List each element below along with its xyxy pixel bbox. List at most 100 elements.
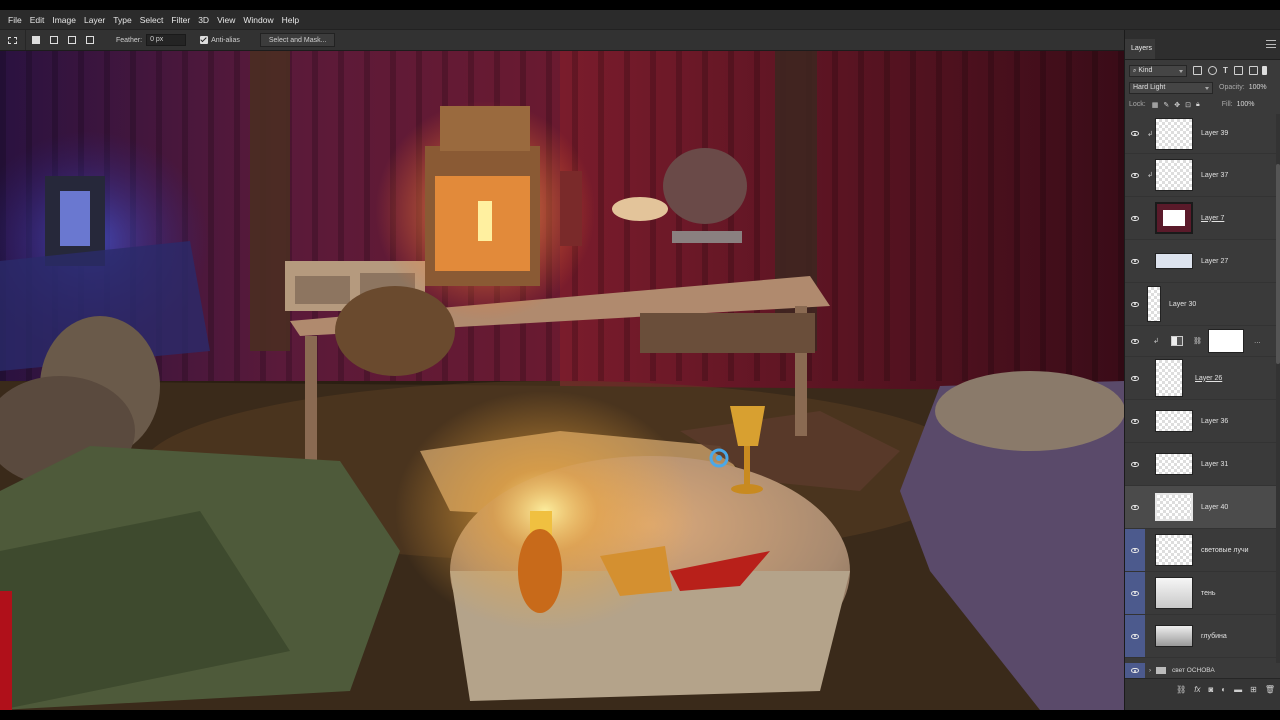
menu-select[interactable]: Select xyxy=(136,15,168,25)
panel-menu-icon[interactable] xyxy=(1266,40,1276,48)
layer-name[interactable]: Layer 40 xyxy=(1201,504,1228,511)
layers-panel-footer: ⛓ fx ◙ ◐ ▬ ⊞ 🗑︎ xyxy=(1125,678,1280,710)
new-layer-icon[interactable]: ⊞ xyxy=(1250,685,1257,694)
visibility-toggle[interactable] xyxy=(1125,615,1145,657)
layer-row[interactable]: Layer 7 xyxy=(1125,197,1280,240)
lock-all-icon[interactable]: 🔒︎ xyxy=(1196,101,1200,109)
menu-file[interactable]: File xyxy=(4,15,26,25)
adjustment-filter-icon[interactable] xyxy=(1208,66,1217,75)
layer-row[interactable]: Layer 31 xyxy=(1125,443,1280,486)
lock-label: Lock: xyxy=(1129,101,1146,108)
visibility-toggle[interactable] xyxy=(1125,197,1145,239)
smart-object-filter-icon[interactable] xyxy=(1248,66,1258,75)
layer-name[interactable]: тень xyxy=(1201,590,1216,597)
layer-thumbnail xyxy=(1155,577,1193,609)
filter-kind-value: Kind xyxy=(1138,66,1153,74)
visibility-toggle[interactable] xyxy=(1125,357,1145,399)
intersect-selection-button[interactable] xyxy=(84,34,96,46)
layer-row[interactable]: световые лучи xyxy=(1125,529,1280,572)
layer-row[interactable]: тень xyxy=(1125,572,1280,615)
fill-value[interactable]: 100% xyxy=(1237,101,1255,108)
select-and-mask-button[interactable]: Select and Mask... xyxy=(259,33,336,47)
layer-name[interactable]: Layer 27 xyxy=(1201,258,1228,265)
layers-scrollbar[interactable] xyxy=(1276,114,1280,663)
visibility-toggle[interactable] xyxy=(1125,572,1145,614)
visibility-toggle[interactable] xyxy=(1125,326,1145,356)
link-layers-icon[interactable]: ⛓ xyxy=(1176,685,1186,694)
visibility-toggle[interactable] xyxy=(1125,154,1145,196)
shape-filter-icon[interactable] xyxy=(1233,66,1243,75)
menu-filter[interactable]: Filter xyxy=(167,15,194,25)
scrollbar-thumb[interactable] xyxy=(1276,164,1280,364)
eye-icon xyxy=(1131,547,1139,553)
visibility-toggle[interactable] xyxy=(1125,114,1145,153)
menu-help[interactable]: Help xyxy=(278,15,303,25)
layer-name[interactable]: Layer 7 xyxy=(1201,215,1224,222)
visibility-toggle[interactable] xyxy=(1125,663,1145,678)
menu-window[interactable]: Window xyxy=(239,15,277,25)
layer-row[interactable]: ↲ Layer 39 xyxy=(1125,114,1280,154)
layer-row[interactable]: Layer 36 xyxy=(1125,400,1280,443)
layer-name[interactable]: глубина xyxy=(1201,633,1227,640)
pixel-filter-icon[interactable] xyxy=(1193,66,1202,75)
subtract-selection-icon xyxy=(68,36,76,44)
document-canvas[interactable] xyxy=(0,51,1124,710)
new-selection-button[interactable] xyxy=(30,34,42,46)
visibility-toggle[interactable] xyxy=(1125,529,1145,571)
layer-row[interactable]: Layer 27 xyxy=(1125,240,1280,283)
lock-image-icon[interactable]: ✎ xyxy=(1163,101,1169,109)
menu-view[interactable]: View xyxy=(213,15,239,25)
filter-kind-dropdown[interactable]: ⌕ Kind xyxy=(1129,64,1187,77)
layer-name[interactable]: Layer 39 xyxy=(1201,130,1228,137)
visibility-toggle[interactable] xyxy=(1125,283,1145,325)
layer-name[interactable]: Layer 36 xyxy=(1201,418,1228,425)
menu-type[interactable]: Type xyxy=(109,15,135,25)
add-mask-icon[interactable]: ◙ xyxy=(1208,685,1213,694)
layer-name[interactable]: Layer 26 xyxy=(1195,375,1222,382)
trash-icon[interactable]: 🗑︎ xyxy=(1265,685,1275,694)
layer-name[interactable]: Layer 31 xyxy=(1201,461,1228,468)
eye-icon xyxy=(1131,258,1139,264)
layer-name[interactable]: Layer 37 xyxy=(1201,172,1228,179)
type-filter-icon[interactable]: T xyxy=(1223,66,1228,75)
adjustment-layer-icon[interactable]: ◐ xyxy=(1221,685,1226,694)
fx-icon[interactable]: fx xyxy=(1194,685,1200,694)
opacity-value[interactable]: 100% xyxy=(1249,84,1267,91)
layer-name[interactable]: световые лучи xyxy=(1201,547,1249,554)
layer-row[interactable]: Layer 26 xyxy=(1125,357,1280,400)
tool-preset-picker[interactable] xyxy=(0,30,26,50)
layer-name[interactable]: Layer 30 xyxy=(1169,301,1196,308)
antialias-checkbox[interactable]: Anti-alias xyxy=(200,36,240,44)
blend-mode-dropdown[interactable]: Hard Light xyxy=(1129,81,1213,94)
lock-transparent-icon[interactable]: ▦ xyxy=(1152,101,1159,109)
layer-row[interactable]: глубина xyxy=(1125,615,1280,658)
menu-3d[interactable]: 3D xyxy=(194,15,213,25)
adjustment-layer-row[interactable]: ↲ ⛓ … xyxy=(1125,326,1280,357)
add-selection-button[interactable] xyxy=(48,34,60,46)
feather-input[interactable]: 0 px xyxy=(146,34,187,46)
expand-arrow-icon[interactable]: › xyxy=(1149,668,1151,674)
blend-row: Hard Light Opacity: 100% xyxy=(1125,79,1280,96)
folder-icon xyxy=(1156,667,1166,674)
layer-row-selected[interactable]: Layer 40 xyxy=(1125,486,1280,529)
group-name[interactable]: свет ОСНОВА xyxy=(1172,667,1215,674)
visibility-toggle[interactable] xyxy=(1125,486,1145,528)
menu-layer[interactable]: Layer xyxy=(80,15,109,25)
subtract-selection-button[interactable] xyxy=(66,34,78,46)
layer-mask-thumbnail[interactable] xyxy=(1207,329,1244,353)
menu-edit[interactable]: Edit xyxy=(26,15,49,25)
filter-toggle-icon[interactable] xyxy=(1261,66,1267,75)
eye-icon xyxy=(1131,504,1139,510)
visibility-toggle[interactable] xyxy=(1125,443,1145,485)
visibility-toggle[interactable] xyxy=(1125,240,1145,282)
lock-position-icon[interactable]: ✥ xyxy=(1174,101,1180,109)
menu-image[interactable]: Image xyxy=(48,15,80,25)
layer-row[interactable]: Layer 30 xyxy=(1125,283,1280,326)
tab-layers[interactable]: Layers xyxy=(1125,39,1155,59)
layer-row[interactable]: ↲ Layer 37 xyxy=(1125,154,1280,197)
visibility-toggle[interactable] xyxy=(1125,400,1145,442)
lock-artboard-icon[interactable]: ⊡ xyxy=(1185,101,1191,109)
layer-group-row[interactable]: › свет ОСНОВА xyxy=(1125,663,1280,678)
eye-icon xyxy=(1131,375,1139,381)
new-group-icon[interactable]: ▬ xyxy=(1234,685,1242,694)
